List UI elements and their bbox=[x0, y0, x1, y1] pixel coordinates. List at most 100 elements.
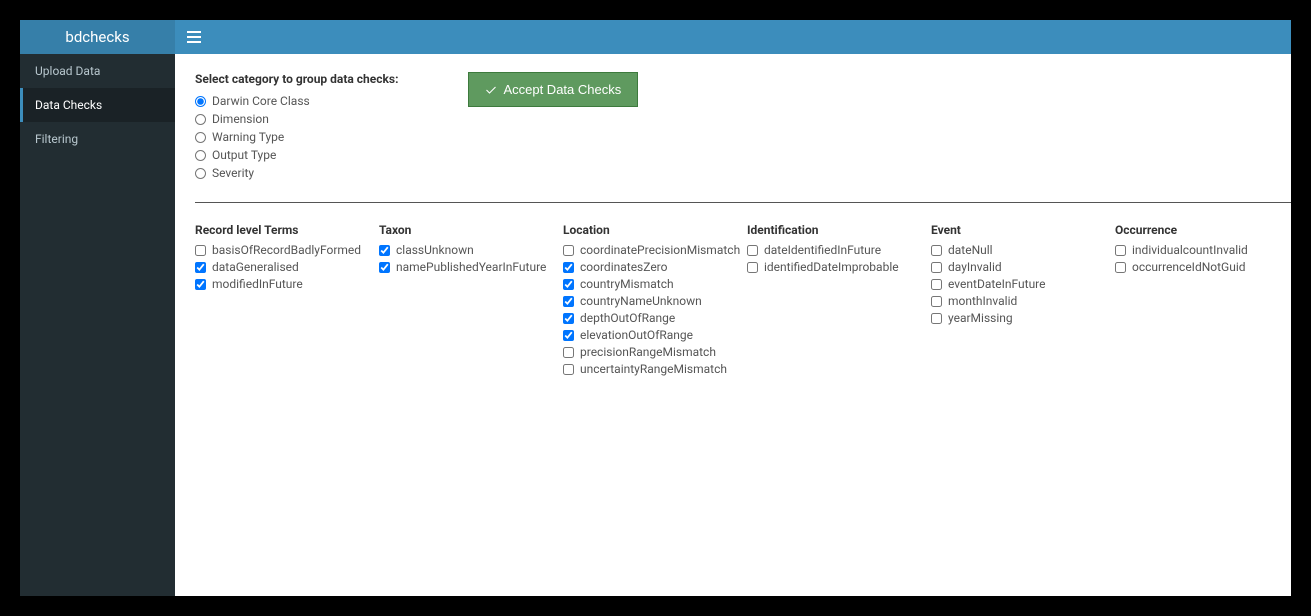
check-label: coordinatePrecisionMismatch bbox=[580, 243, 740, 257]
check-checkbox[interactable] bbox=[563, 364, 574, 375]
category-option[interactable]: Dimension bbox=[195, 112, 398, 126]
menu-toggle-icon[interactable] bbox=[187, 31, 205, 43]
check-item[interactable]: coordinatePrecisionMismatch bbox=[563, 243, 747, 257]
check-label: depthOutOfRange bbox=[580, 311, 675, 325]
check-item[interactable]: dataGeneralised bbox=[195, 260, 379, 274]
check-checkbox[interactable] bbox=[563, 330, 574, 341]
check-checkbox[interactable] bbox=[1115, 245, 1126, 256]
category-option[interactable]: Darwin Core Class bbox=[195, 94, 398, 108]
check-checkbox[interactable] bbox=[747, 262, 758, 273]
check-icon bbox=[485, 84, 497, 96]
group-title: Record level Terms bbox=[195, 223, 379, 237]
check-label: countryMismatch bbox=[580, 277, 674, 291]
check-item[interactable]: coordinatesZero bbox=[563, 260, 747, 274]
check-label: countryNameUnknown bbox=[580, 294, 702, 308]
check-item[interactable]: basisOfRecordBadlyFormed bbox=[195, 243, 379, 257]
check-label: yearMissing bbox=[948, 311, 1013, 325]
check-checkbox[interactable] bbox=[931, 313, 942, 324]
check-checkbox[interactable] bbox=[931, 245, 942, 256]
check-checkbox[interactable] bbox=[195, 245, 206, 256]
check-item[interactable]: precisionRangeMismatch bbox=[563, 345, 747, 359]
category-radio[interactable] bbox=[195, 168, 206, 179]
check-item[interactable]: dateNull bbox=[931, 243, 1115, 257]
check-checkbox[interactable] bbox=[747, 245, 758, 256]
check-item[interactable]: namePublishedYearInFuture bbox=[379, 260, 563, 274]
check-group: Taxon classUnknown namePublishedYearInFutu… bbox=[379, 223, 563, 379]
check-item[interactable]: modifiedInFuture bbox=[195, 277, 379, 291]
check-checkbox[interactable] bbox=[379, 245, 390, 256]
app-window: bdchecks Upload DataData ChecksFiltering… bbox=[20, 20, 1291, 596]
check-checkbox[interactable] bbox=[563, 313, 574, 324]
sidebar-item-filtering[interactable]: Filtering bbox=[20, 122, 175, 156]
brand-title: bdchecks bbox=[20, 20, 175, 54]
check-label: elevationOutOfRange bbox=[580, 328, 693, 342]
check-item[interactable]: monthInvalid bbox=[931, 294, 1115, 308]
check-group: Occurrence individualcountInvalid occurren… bbox=[1115, 223, 1291, 379]
topbar bbox=[175, 20, 1291, 54]
sidebar-item-data-checks[interactable]: Data Checks bbox=[20, 88, 175, 122]
category-label: Dimension bbox=[212, 112, 269, 126]
check-checkbox[interactable] bbox=[195, 279, 206, 290]
check-checkbox[interactable] bbox=[931, 262, 942, 273]
check-checkbox[interactable] bbox=[379, 262, 390, 273]
sidebar-item-upload-data[interactable]: Upload Data bbox=[20, 54, 175, 88]
group-title: Event bbox=[931, 223, 1115, 237]
accept-button-label: Accept Data Checks bbox=[503, 82, 621, 97]
check-label: modifiedInFuture bbox=[212, 277, 303, 291]
check-item[interactable]: dayInvalid bbox=[931, 260, 1115, 274]
check-item[interactable]: occurrenceIdNotGuid bbox=[1115, 260, 1291, 274]
check-group: Event dateNull dayInvalid eventDateInFuture… bbox=[931, 223, 1115, 379]
group-title: Occurrence bbox=[1115, 223, 1291, 237]
check-item[interactable]: countryNameUnknown bbox=[563, 294, 747, 308]
check-item[interactable]: uncertaintyRangeMismatch bbox=[563, 362, 747, 376]
check-label: dayInvalid bbox=[948, 260, 1002, 274]
check-group: Identification dateIdentifiedInFuture iden… bbox=[747, 223, 931, 379]
check-label: precisionRangeMismatch bbox=[580, 345, 716, 359]
check-item[interactable]: dateIdentifiedInFuture bbox=[747, 243, 931, 257]
check-label: classUnknown bbox=[396, 243, 474, 257]
check-checkbox[interactable] bbox=[563, 279, 574, 290]
sidebar-nav: Upload DataData ChecksFiltering bbox=[20, 54, 175, 156]
category-radio[interactable] bbox=[195, 150, 206, 161]
check-label: coordinatesZero bbox=[580, 260, 667, 274]
accept-data-checks-button[interactable]: Accept Data Checks bbox=[468, 72, 638, 107]
check-checkbox[interactable] bbox=[563, 245, 574, 256]
check-item[interactable]: individualcountInvalid bbox=[1115, 243, 1291, 257]
category-radio[interactable] bbox=[195, 96, 206, 107]
category-option[interactable]: Output Type bbox=[195, 148, 398, 162]
check-checkbox[interactable] bbox=[195, 262, 206, 273]
check-item[interactable]: eventDateInFuture bbox=[931, 277, 1115, 291]
check-label: dataGeneralised bbox=[212, 260, 299, 274]
group-title: Location bbox=[563, 223, 747, 237]
check-label: eventDateInFuture bbox=[948, 277, 1046, 291]
check-checkbox[interactable] bbox=[563, 262, 574, 273]
check-label: individualcountInvalid bbox=[1132, 243, 1248, 257]
check-item[interactable]: elevationOutOfRange bbox=[563, 328, 747, 342]
check-item[interactable]: depthOutOfRange bbox=[563, 311, 747, 325]
check-checkbox[interactable] bbox=[563, 296, 574, 307]
data-check-groups: Record level Terms basisOfRecordBadlyForm… bbox=[195, 223, 1291, 379]
check-checkbox[interactable] bbox=[1115, 262, 1126, 273]
category-label: Darwin Core Class bbox=[212, 94, 310, 108]
check-label: namePublishedYearInFuture bbox=[396, 260, 546, 274]
main-area: Select category to group data checks: Da… bbox=[175, 20, 1291, 596]
category-radio[interactable] bbox=[195, 132, 206, 143]
category-option[interactable]: Severity bbox=[195, 166, 398, 180]
check-item[interactable]: identifiedDateImprobable bbox=[747, 260, 931, 274]
group-title: Taxon bbox=[379, 223, 563, 237]
check-label: dateIdentifiedInFuture bbox=[764, 243, 881, 257]
group-title: Identification bbox=[747, 223, 931, 237]
category-radio[interactable] bbox=[195, 114, 206, 125]
check-item[interactable]: yearMissing bbox=[931, 311, 1115, 325]
check-label: monthInvalid bbox=[948, 294, 1017, 308]
sidebar: bdchecks Upload DataData ChecksFiltering bbox=[20, 20, 175, 596]
check-label: dateNull bbox=[948, 243, 993, 257]
controls-row: Select category to group data checks: Da… bbox=[195, 72, 1291, 203]
category-option[interactable]: Warning Type bbox=[195, 130, 398, 144]
check-item[interactable]: countryMismatch bbox=[563, 277, 747, 291]
check-checkbox[interactable] bbox=[931, 296, 942, 307]
check-label: basisOfRecordBadlyFormed bbox=[212, 243, 361, 257]
check-checkbox[interactable] bbox=[563, 347, 574, 358]
check-checkbox[interactable] bbox=[931, 279, 942, 290]
check-item[interactable]: classUnknown bbox=[379, 243, 563, 257]
